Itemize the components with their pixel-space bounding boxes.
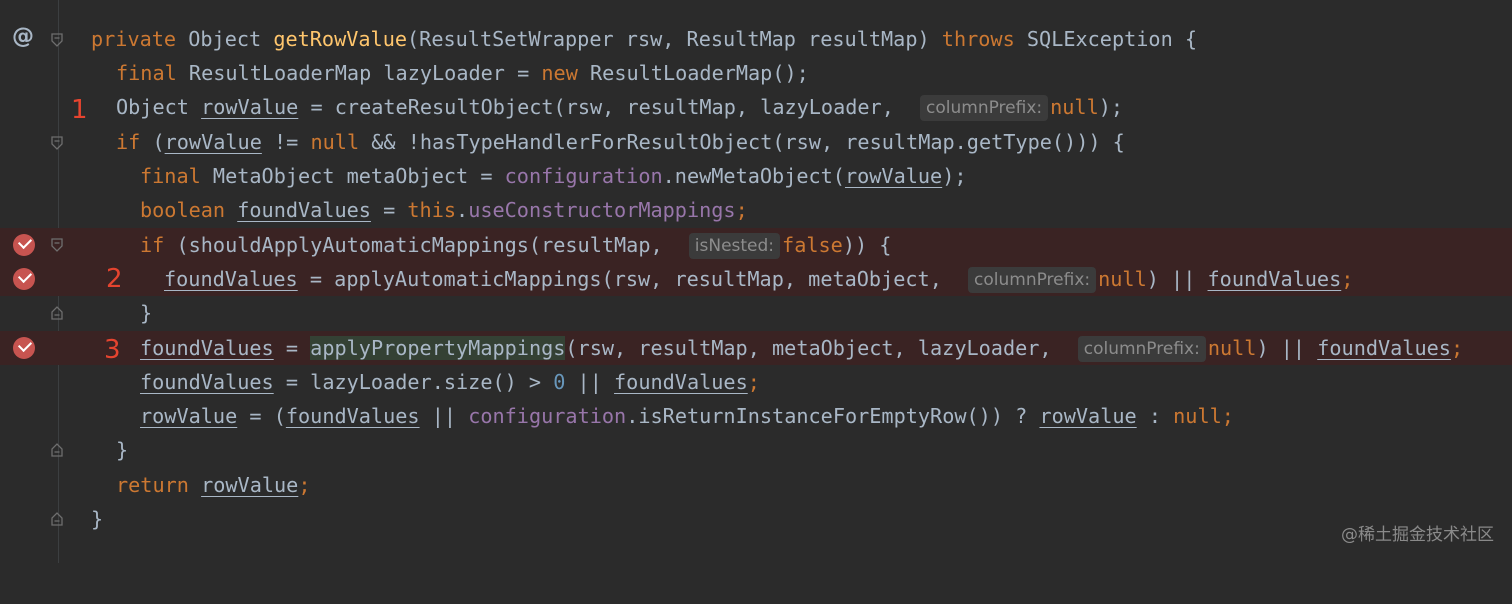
variable[interactable]: rowValue — [165, 130, 262, 154]
code-line-3[interactable]: Object rowValue = createResultObject(rsw… — [0, 90, 1512, 124]
code-text: } — [140, 301, 153, 325]
code-text: = applyAutomaticMappings(rsw, resultMap,… — [297, 267, 955, 291]
code-text: ); — [942, 164, 967, 188]
keyword: final — [140, 164, 201, 188]
keyword: return — [116, 473, 189, 497]
parameter-hint: columnPrefix: — [920, 95, 1049, 121]
variable[interactable]: rowValue — [845, 164, 942, 188]
code-line-6[interactable]: boolean foundValues = this.useConstructo… — [0, 193, 1512, 227]
code-line-2[interactable]: final ResultLoaderMap lazyLoader = new R… — [0, 56, 1512, 90]
method-call-highlighted[interactable]: applyPropertyMappings — [310, 336, 566, 360]
code-text: .isReturnInstanceForEmptyRow()) ? — [626, 404, 1040, 428]
field-reference[interactable]: useConstructorMappings — [468, 198, 735, 222]
variable[interactable]: foundValues — [237, 198, 371, 222]
variable[interactable]: foundValues — [140, 336, 274, 360]
code-text: ; — [747, 370, 760, 394]
code-text: Object — [176, 27, 274, 51]
variable[interactable]: foundValues — [286, 404, 420, 428]
variable[interactable]: foundValues — [614, 370, 748, 394]
keyword: null — [1050, 95, 1099, 119]
code-text: ; — [1341, 267, 1354, 291]
code-text: && !hasTypeHandlerForResultObject(rsw, r… — [359, 130, 1125, 154]
code-text: = createResultObject(rsw, resultMap, laz… — [298, 95, 907, 119]
keyword: null — [1207, 336, 1257, 360]
field-reference[interactable]: configuration — [468, 404, 626, 428]
parameter-hint: columnPrefix: — [1077, 336, 1206, 362]
code-text: (rsw, resultMap, metaObject, lazyLoader, — [565, 336, 1064, 360]
keyword: private — [91, 27, 177, 51]
variable[interactable]: foundValues — [140, 370, 274, 394]
code-line-14[interactable]: return rowValue; — [0, 468, 1512, 502]
code-text: ; — [735, 198, 748, 222]
variable[interactable]: rowValue — [1039, 404, 1136, 428]
field-reference[interactable]: configuration — [505, 164, 663, 188]
code-text: (shouldApplyAutomaticMappings(resultMap, — [164, 233, 675, 257]
watermark: @稀土掘金技术社区 — [1341, 525, 1494, 545]
code-line-5[interactable]: final MetaObject metaObject = configurat… — [0, 159, 1512, 193]
code-text: ) || — [1256, 336, 1318, 360]
keyword: null — [310, 130, 360, 154]
code-line-10[interactable]: foundValues = applyPropertyMappings(rsw,… — [0, 331, 1512, 365]
code-text: .newMetaObject( — [662, 164, 845, 188]
parameter-hint: columnPrefix: — [968, 267, 1097, 293]
code-line-1[interactable]: private Object getRowValue(ResultSetWrap… — [0, 22, 1512, 56]
keyword: this — [407, 198, 457, 222]
code-text: || — [565, 370, 615, 394]
code-text: MetaObject metaObject = — [200, 164, 505, 188]
code-line-9[interactable]: } — [0, 296, 1512, 330]
code-text: = — [273, 336, 311, 360]
code-text: ResultLoaderMap(); — [577, 61, 809, 85]
method-name: getRowValue — [273, 27, 408, 51]
code-text: ; — [1450, 336, 1464, 360]
keyword: if — [140, 233, 165, 257]
code-text: = — [370, 198, 408, 222]
code-line-4[interactable]: if (rowValue != null && !hasTypeHandlerF… — [0, 125, 1512, 159]
code-text: : — [1136, 404, 1174, 428]
variable[interactable]: foundValues — [1208, 267, 1342, 291]
code-text: ResultLoaderMap lazyLoader = — [176, 61, 542, 85]
code-text: Object — [116, 95, 202, 119]
code-text: ( — [140, 130, 165, 154]
code-editor[interactable]: @ 1 2 3 private Object getRowValue(Resul… — [0, 0, 1512, 563]
code-text: . — [456, 198, 469, 222]
code-text: ); — [1098, 95, 1124, 119]
code-text: ; — [298, 473, 311, 497]
code-text: ; — [1221, 404, 1234, 428]
code-line-11[interactable]: foundValues = lazyLoader.size() > 0 || f… — [0, 365, 1512, 399]
code-line-8[interactable]: foundValues = applyAutomaticMappings(rsw… — [0, 262, 1512, 296]
keyword: final — [116, 61, 177, 85]
keyword: false — [782, 233, 843, 257]
variable[interactable]: rowValue — [201, 473, 298, 497]
code-line-7[interactable]: if (shouldApplyAutomaticMappings(resultM… — [0, 228, 1512, 262]
code-text: != — [261, 130, 311, 154]
code-text: } — [116, 438, 129, 462]
code-text: || — [419, 404, 469, 428]
code-line-12[interactable]: rowValue = (foundValues || configuration… — [0, 399, 1512, 433]
code-line-15[interactable]: } — [0, 502, 1512, 536]
code-text: } — [91, 507, 104, 531]
keyword: new — [541, 61, 578, 85]
variable[interactable]: rowValue — [201, 95, 298, 119]
code-text: )) { — [842, 233, 892, 257]
code-text: = lazyLoader.size() > — [273, 370, 554, 394]
code-text: (ResultSetWrapper rsw, ResultMap resultM… — [407, 27, 942, 51]
keyword: null — [1173, 404, 1222, 428]
code-text: ) || — [1146, 267, 1208, 291]
keyword: null — [1098, 267, 1147, 291]
keyword: if — [116, 130, 141, 154]
keyword: boolean — [140, 198, 226, 222]
code-line-13[interactable]: } — [0, 433, 1512, 467]
keyword: throws — [941, 27, 1015, 51]
code-text: SQLException { — [1014, 27, 1198, 51]
number-literal: 0 — [553, 370, 566, 394]
variable[interactable]: foundValues — [1317, 336, 1451, 360]
parameter-hint: isNested: — [688, 233, 781, 259]
variable[interactable]: foundValues — [164, 267, 298, 291]
code-text: = ( — [237, 404, 286, 428]
variable[interactable]: rowValue — [140, 404, 237, 428]
